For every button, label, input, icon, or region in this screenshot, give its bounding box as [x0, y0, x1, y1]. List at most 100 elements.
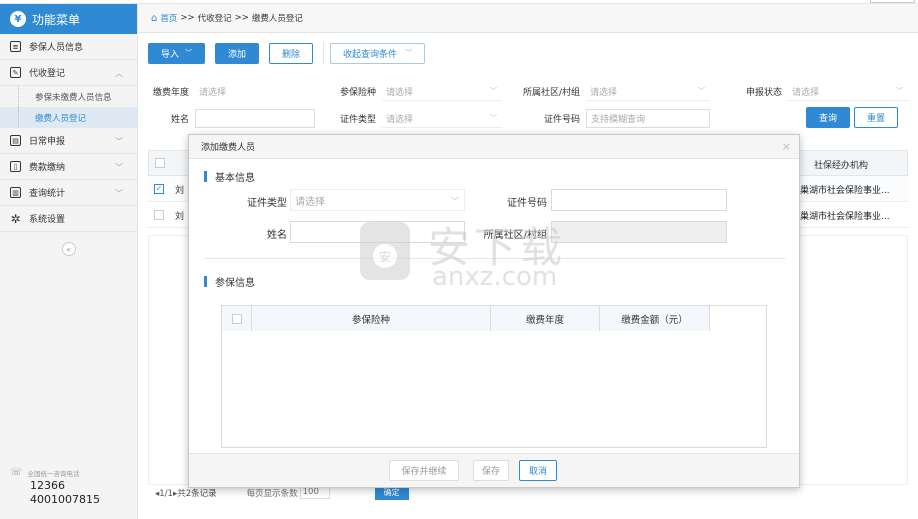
col-insurance-type: 参保险种 [252, 306, 491, 331]
idno-label: 证件号码 [543, 115, 580, 125]
filter-community: 所属社区/村组 请选择 ﹀ [512, 82, 710, 101]
delete-button[interactable]: 删除 [269, 42, 314, 64]
edit-icon: ✎ [10, 67, 21, 78]
insurance-label: 参保险种 [339, 88, 376, 98]
sidebar-subitem-label: 缴费人员登记 [35, 113, 87, 124]
sidebar-item-daily-declare[interactable]: ▤ 日常申报 ﹀ [0, 128, 137, 154]
grid-select-all [222, 306, 252, 331]
chevron-down-icon: ﹀ [490, 114, 497, 122]
sidebar-item-label: 查询统计 [29, 189, 66, 199]
filter-status: 申报状态 请选择 ﹀ [736, 82, 908, 101]
community-select[interactable]: 请选择 ﹀ [586, 82, 710, 101]
row-checkbox[interactable]: ✓ [154, 184, 164, 194]
collapse-query-label: 收起查询条件 [343, 49, 398, 60]
status-label: 申报状态 [745, 88, 782, 98]
idtype-select[interactable]: 请选择 ﹀ [382, 109, 502, 128]
status-select[interactable]: 请选择 ﹀ [788, 82, 908, 101]
idno-label: 证件号码 [507, 198, 547, 209]
watermark-en: anxz.com [432, 262, 558, 292]
chevron-down-icon: ﹀ [185, 49, 193, 57]
status-placeholder: 请选择 [792, 87, 820, 98]
dialog-footer: 保存并继续 保存 取消 [189, 453, 799, 487]
breadcrumb-level2: 缴费人员登记 [251, 14, 303, 24]
sidebar-item-collection-register[interactable]: ✎ 代收登记 ︿ [0, 60, 137, 86]
community-input[interactable] [551, 221, 727, 243]
sidebar-item-label: 代收登记 [29, 69, 66, 79]
sidebar-item-insured-info[interactable]: ≡ 参保人员信息 [0, 34, 137, 60]
year-select[interactable]: 请选择 [195, 82, 321, 101]
import-button[interactable]: 导入 ﹀ [148, 42, 206, 64]
name-label: 姓名 [267, 230, 287, 241]
chevron-down-icon: ﹀ [115, 163, 123, 172]
row-name: 刘 [175, 186, 185, 196]
cancel-button[interactable]: 取消 [519, 460, 557, 481]
col-pay-year: 缴费年度 [491, 306, 600, 331]
insurance-select[interactable]: 请选择 ﹀ [382, 82, 502, 101]
sidebar-item-settings[interactable]: ✲ 系统设置 [0, 206, 137, 232]
grid-header: 参保险种 缴费年度 缴费金额（元） [222, 306, 710, 331]
col-pay-amount: 缴费金额（元） [600, 306, 710, 331]
import-label: 导入 [161, 49, 180, 60]
filter-idtype: 证件类型 请选择 ﹀ [334, 109, 502, 128]
filter-insurance: 参保险种 请选择 ﹀ [334, 82, 502, 101]
hotline-number-1: 12366 [30, 479, 65, 492]
idno-input[interactable] [551, 189, 727, 211]
hotline-label: 全国统一咨询电话 [27, 469, 80, 478]
section-bar [204, 171, 207, 182]
idtype-placeholder: 请选择 [386, 114, 414, 125]
sidebar-item-label: 费款缴纳 [29, 163, 66, 173]
chevron-down-icon: ﹀ [698, 87, 705, 95]
insured-info-heading: 参保信息 [215, 278, 255, 289]
gear-icon: ✲ [10, 211, 21, 226]
reset-button[interactable]: 重置 [854, 107, 899, 128]
insurance-grid: 参保险种 缴费年度 缴费金额（元） [221, 305, 767, 448]
name-label: 姓名 [170, 115, 189, 125]
top-right-control[interactable] [870, 0, 915, 3]
idtype-label: 证件类型 [339, 115, 376, 125]
name-input[interactable] [195, 109, 315, 128]
basic-info-section: 基本信息 [204, 169, 255, 184]
sidebar-subitem-unpaid-info[interactable]: 参保未缴费人员信息 [0, 86, 137, 107]
chevron-down-icon: ﹀ [405, 49, 413, 57]
save-button[interactable]: 保存 [473, 460, 509, 481]
idtype-placeholder: 请选择 [295, 196, 325, 208]
select-all-checkbox[interactable] [155, 158, 165, 168]
search-button[interactable]: 查询 [806, 107, 851, 128]
basic-info-heading: 基本信息 [215, 173, 255, 184]
close-icon[interactable]: × [782, 140, 791, 153]
year-label: 缴费年度 [152, 88, 189, 98]
home-icon[interactable]: ⌂ [151, 13, 157, 24]
calendar-icon: ▤ [10, 135, 21, 146]
breadcrumb-home[interactable]: 首页 [160, 12, 177, 24]
sidebar-item-query-stats[interactable]: ▥ 查询统计 ﹀ [0, 180, 137, 206]
divider [323, 42, 325, 64]
idtype-select[interactable]: 请选择 ﹀ [290, 189, 465, 211]
community-label: 所属社区/村组 [522, 88, 580, 98]
sidebar-item-payment[interactable]: ▯ 费款缴纳 ﹀ [0, 154, 137, 180]
add-button[interactable]: 添加 [215, 42, 260, 64]
collapse-sidebar-button[interactable]: « [61, 242, 76, 256]
col-agency: 社保经办机构 [814, 161, 869, 171]
chevron-up-icon: ︿ [115, 69, 123, 78]
row-checkbox[interactable] [154, 210, 164, 220]
chevron-down-icon: ﹀ [490, 87, 497, 95]
breadcrumb-sep: >> [180, 13, 195, 23]
collapse-query-button[interactable]: 收起查询条件 ﹀ [330, 42, 426, 64]
sidebar-item-label: 日常申报 [29, 137, 66, 147]
idno-placeholder: 支持模糊查询 [591, 115, 646, 125]
save-continue-button[interactable]: 保存并继续 [389, 460, 459, 481]
filter-year: 缴费年度 请选择 [148, 82, 321, 101]
community-placeholder: 请选择 [590, 87, 618, 98]
sidebar-subitem-payer-register[interactable]: 缴费人员登记 [0, 107, 137, 128]
pager-info[interactable]: ◂1/1▸共2条记录 [155, 487, 217, 499]
chevron-down-icon: ﹀ [896, 87, 903, 95]
sidebar-title: 功能菜单 [32, 12, 81, 27]
wallet-icon: ▯ [10, 161, 21, 172]
idno-input[interactable]: 支持模糊查询 [586, 109, 710, 128]
shield-logo-icon: 安 [360, 222, 410, 280]
breadcrumb: ⌂ 首页 >> 代收登记 >> 缴费人员登记 [138, 4, 918, 33]
sidebar: ¥ 功能菜单 ≡ 参保人员信息 ✎ 代收登记 ︿ 参保未缴费人员信息 缴费人员登… [0, 4, 138, 519]
select-all-checkbox[interactable] [231, 313, 242, 324]
chevron-down-icon: ﹀ [451, 197, 459, 206]
id-card-icon: ≡ [10, 41, 21, 52]
